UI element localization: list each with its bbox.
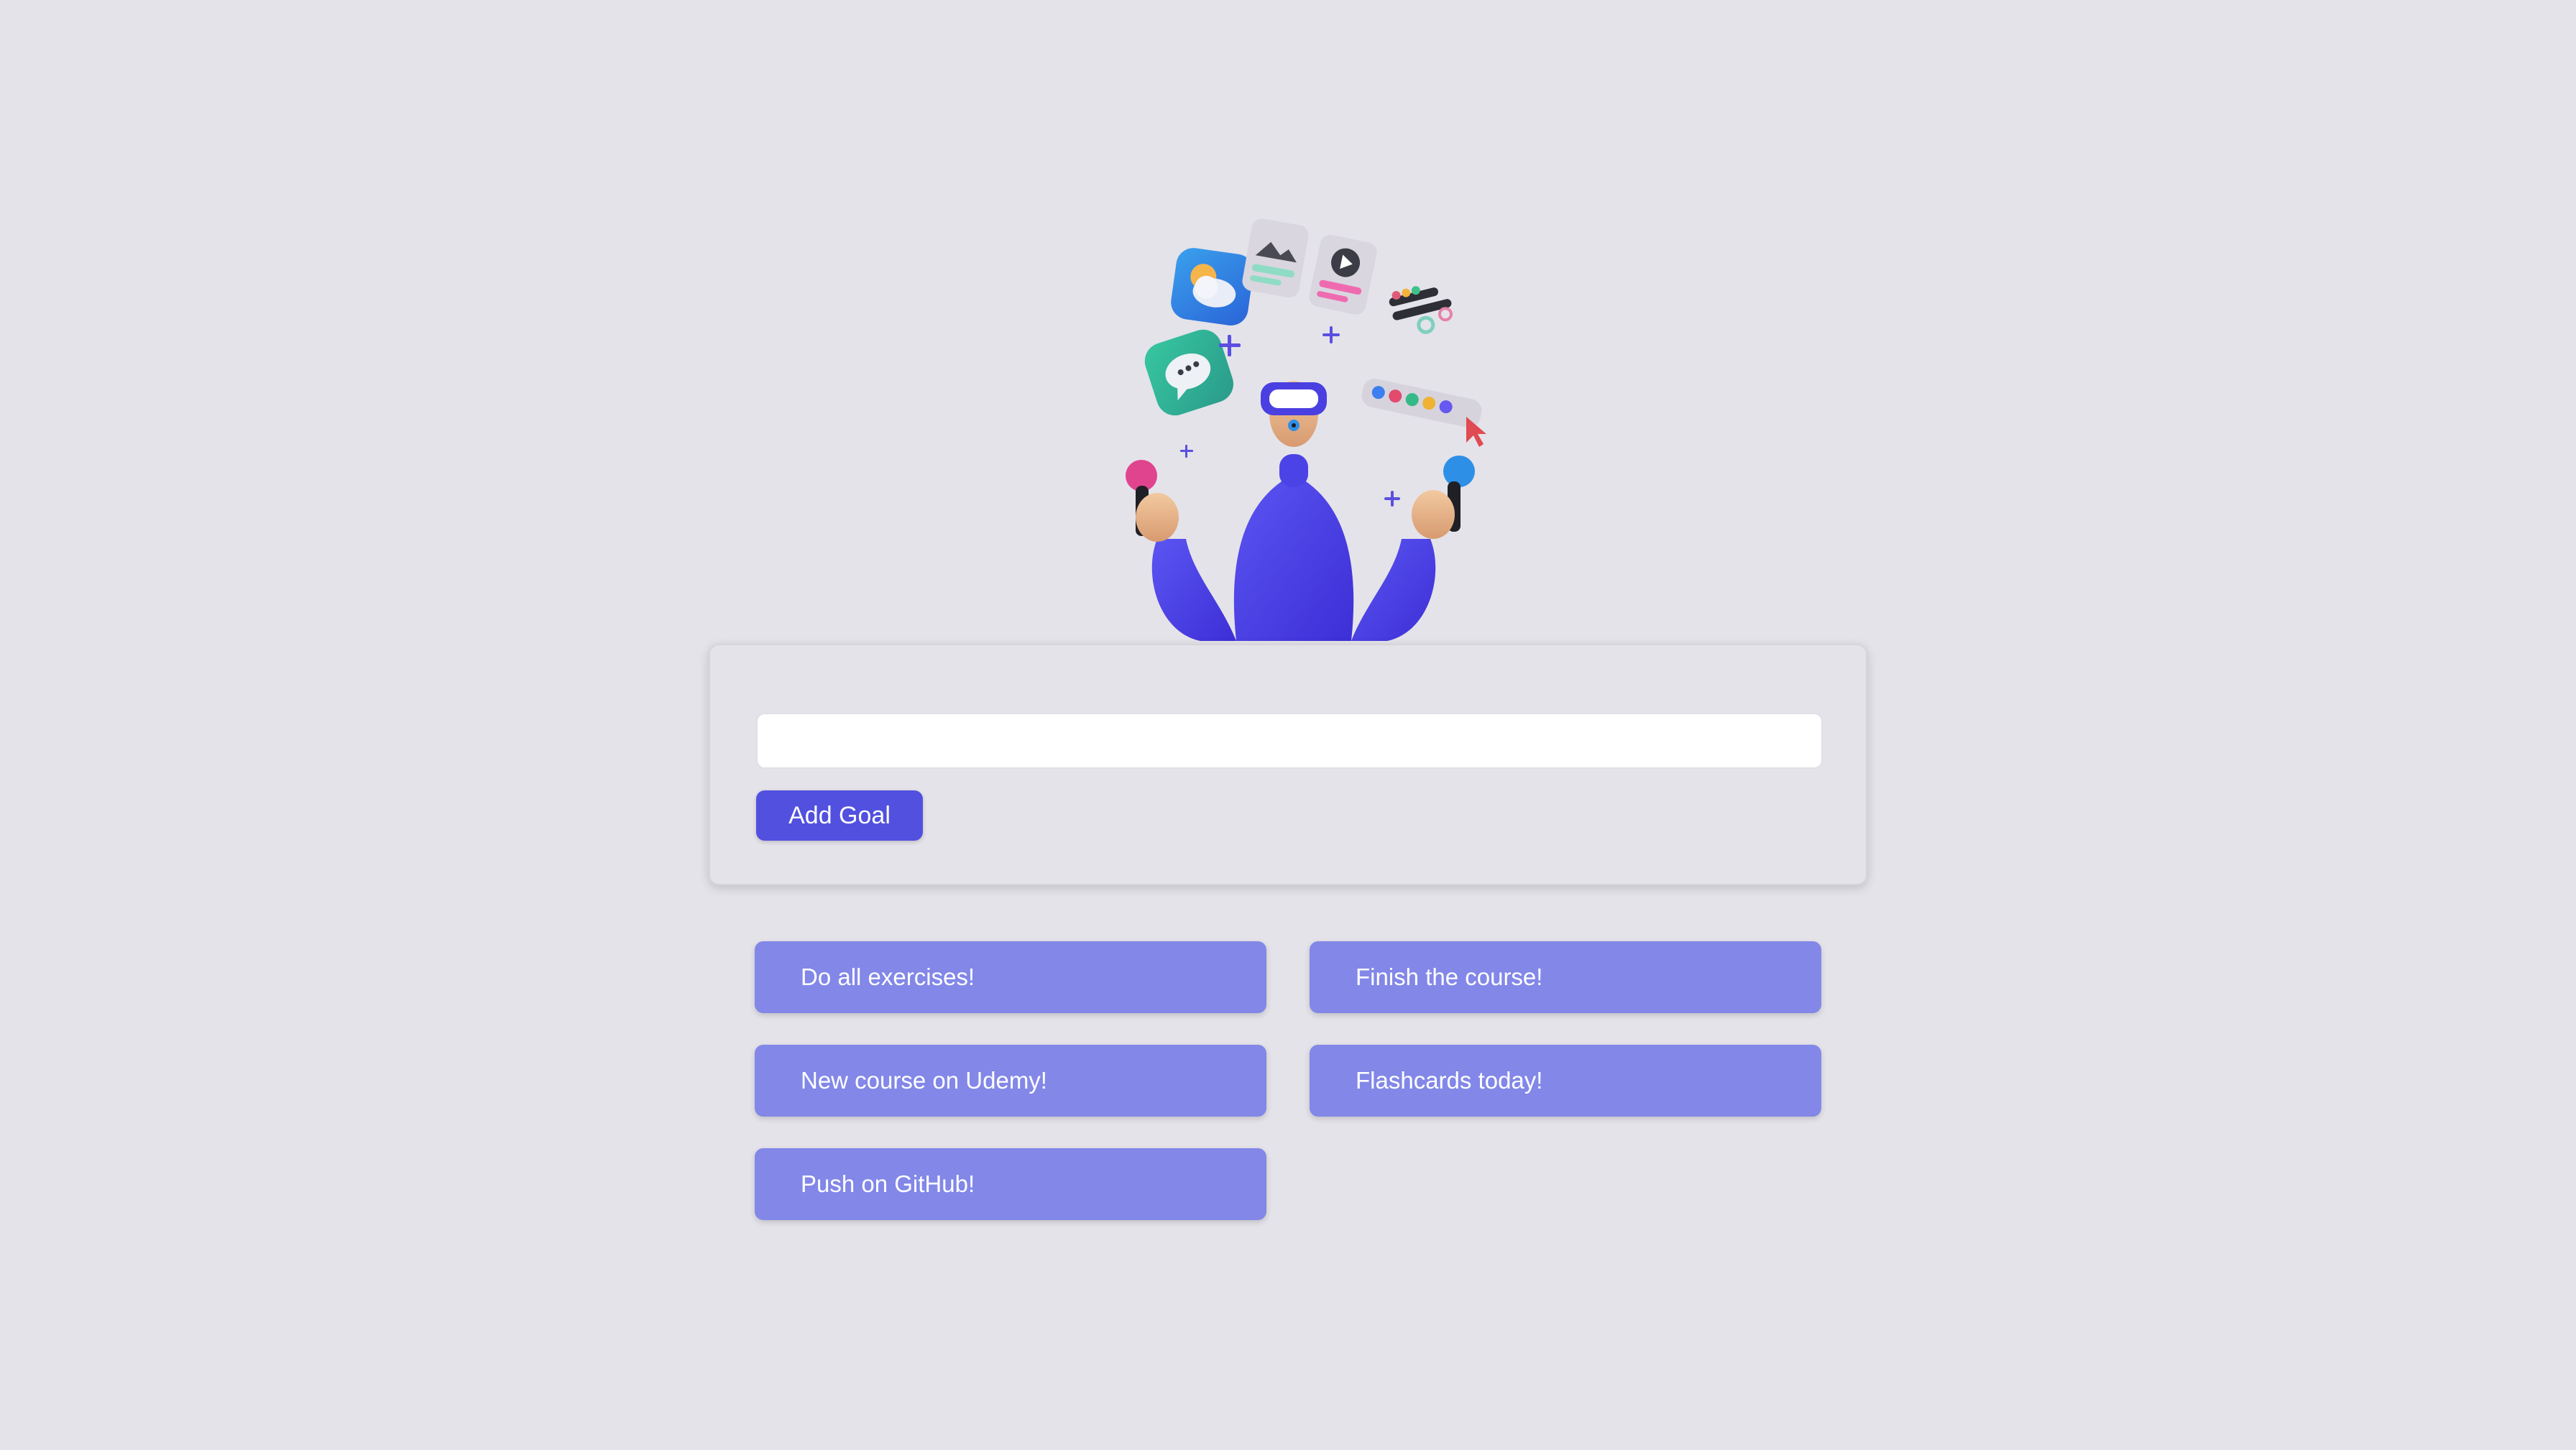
weather-icon (1171, 248, 1254, 325)
goal-item[interactable]: Push on GitHub! (755, 1148, 1266, 1220)
hero-illustration (1078, 201, 1509, 644)
goal-item[interactable]: Finish the course! (1310, 941, 1821, 1013)
color-palette-icon (1361, 378, 1482, 428)
juggler-illustration (1126, 218, 1486, 641)
play-icon (1309, 234, 1377, 315)
goal-item[interactable]: Flashcards today! (1310, 1045, 1821, 1117)
add-goal-button[interactable]: Add Goal (756, 790, 923, 841)
goal-input[interactable] (756, 713, 1823, 769)
goal-item[interactable]: New course on Udemy! (755, 1045, 1266, 1117)
chat-icon (1144, 329, 1233, 416)
settings-sliders-icon (1389, 286, 1453, 334)
goal-form-card: Add Goal (709, 644, 1867, 885)
image-icon (1242, 218, 1309, 298)
person-figure (1126, 381, 1475, 641)
goal-item[interactable]: Do all exercises! (755, 941, 1266, 1013)
goals-app: Add Goal Do all exercises! Finish the co… (0, 0, 2576, 1450)
